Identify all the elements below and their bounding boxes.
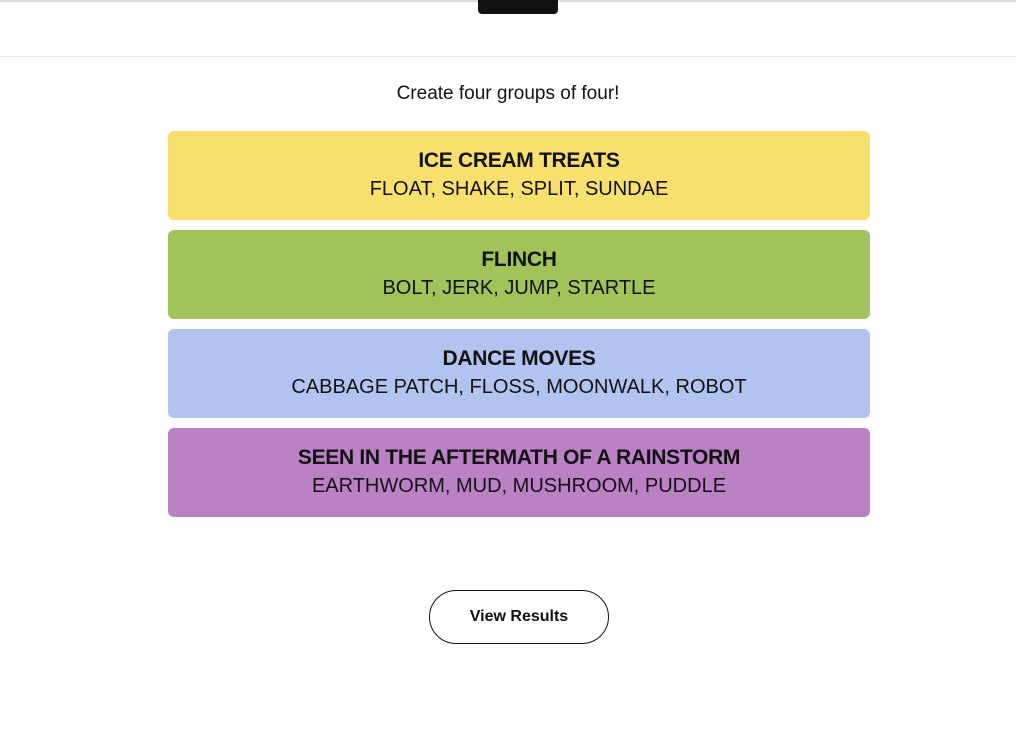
group-title: ICE CREAM TREATS	[418, 148, 620, 172]
instructions-text: Create four groups of four!	[396, 83, 620, 104]
solved-group-blue: DANCE MOVES CABBAGE PATCH, FLOSS, MOONWA…	[168, 329, 870, 418]
group-title: FLINCH	[481, 247, 557, 271]
solved-group-yellow: ICE CREAM TREATS FLOAT, SHAKE, SPLIT, SU…	[168, 131, 870, 220]
header-divider	[0, 56, 1016, 57]
group-members: FLOAT, SHAKE, SPLIT, SUNDAE	[369, 177, 669, 200]
solved-group-purple: SEEN IN THE AFTERMATH OF A RAINSTORM EAR…	[168, 428, 870, 517]
solved-groups: ICE CREAM TREATS FLOAT, SHAKE, SPLIT, SU…	[168, 131, 870, 527]
group-title: SEEN IN THE AFTERMATH OF A RAINSTORM	[297, 445, 741, 469]
top-tab[interactable]	[478, 0, 558, 14]
group-members: EARTHWORM, MUD, MUSHROOM, PUDDLE	[311, 474, 727, 497]
solved-group-green: FLINCH BOLT, JERK, JUMP, STARTLE	[168, 230, 870, 319]
group-members: CABBAGE PATCH, FLOSS, MOONWALK, ROBOT	[291, 375, 747, 398]
view-results-button[interactable]: View Results	[429, 590, 609, 644]
group-members: BOLT, JERK, JUMP, STARTLE	[382, 276, 656, 299]
group-title: DANCE MOVES	[442, 346, 596, 370]
